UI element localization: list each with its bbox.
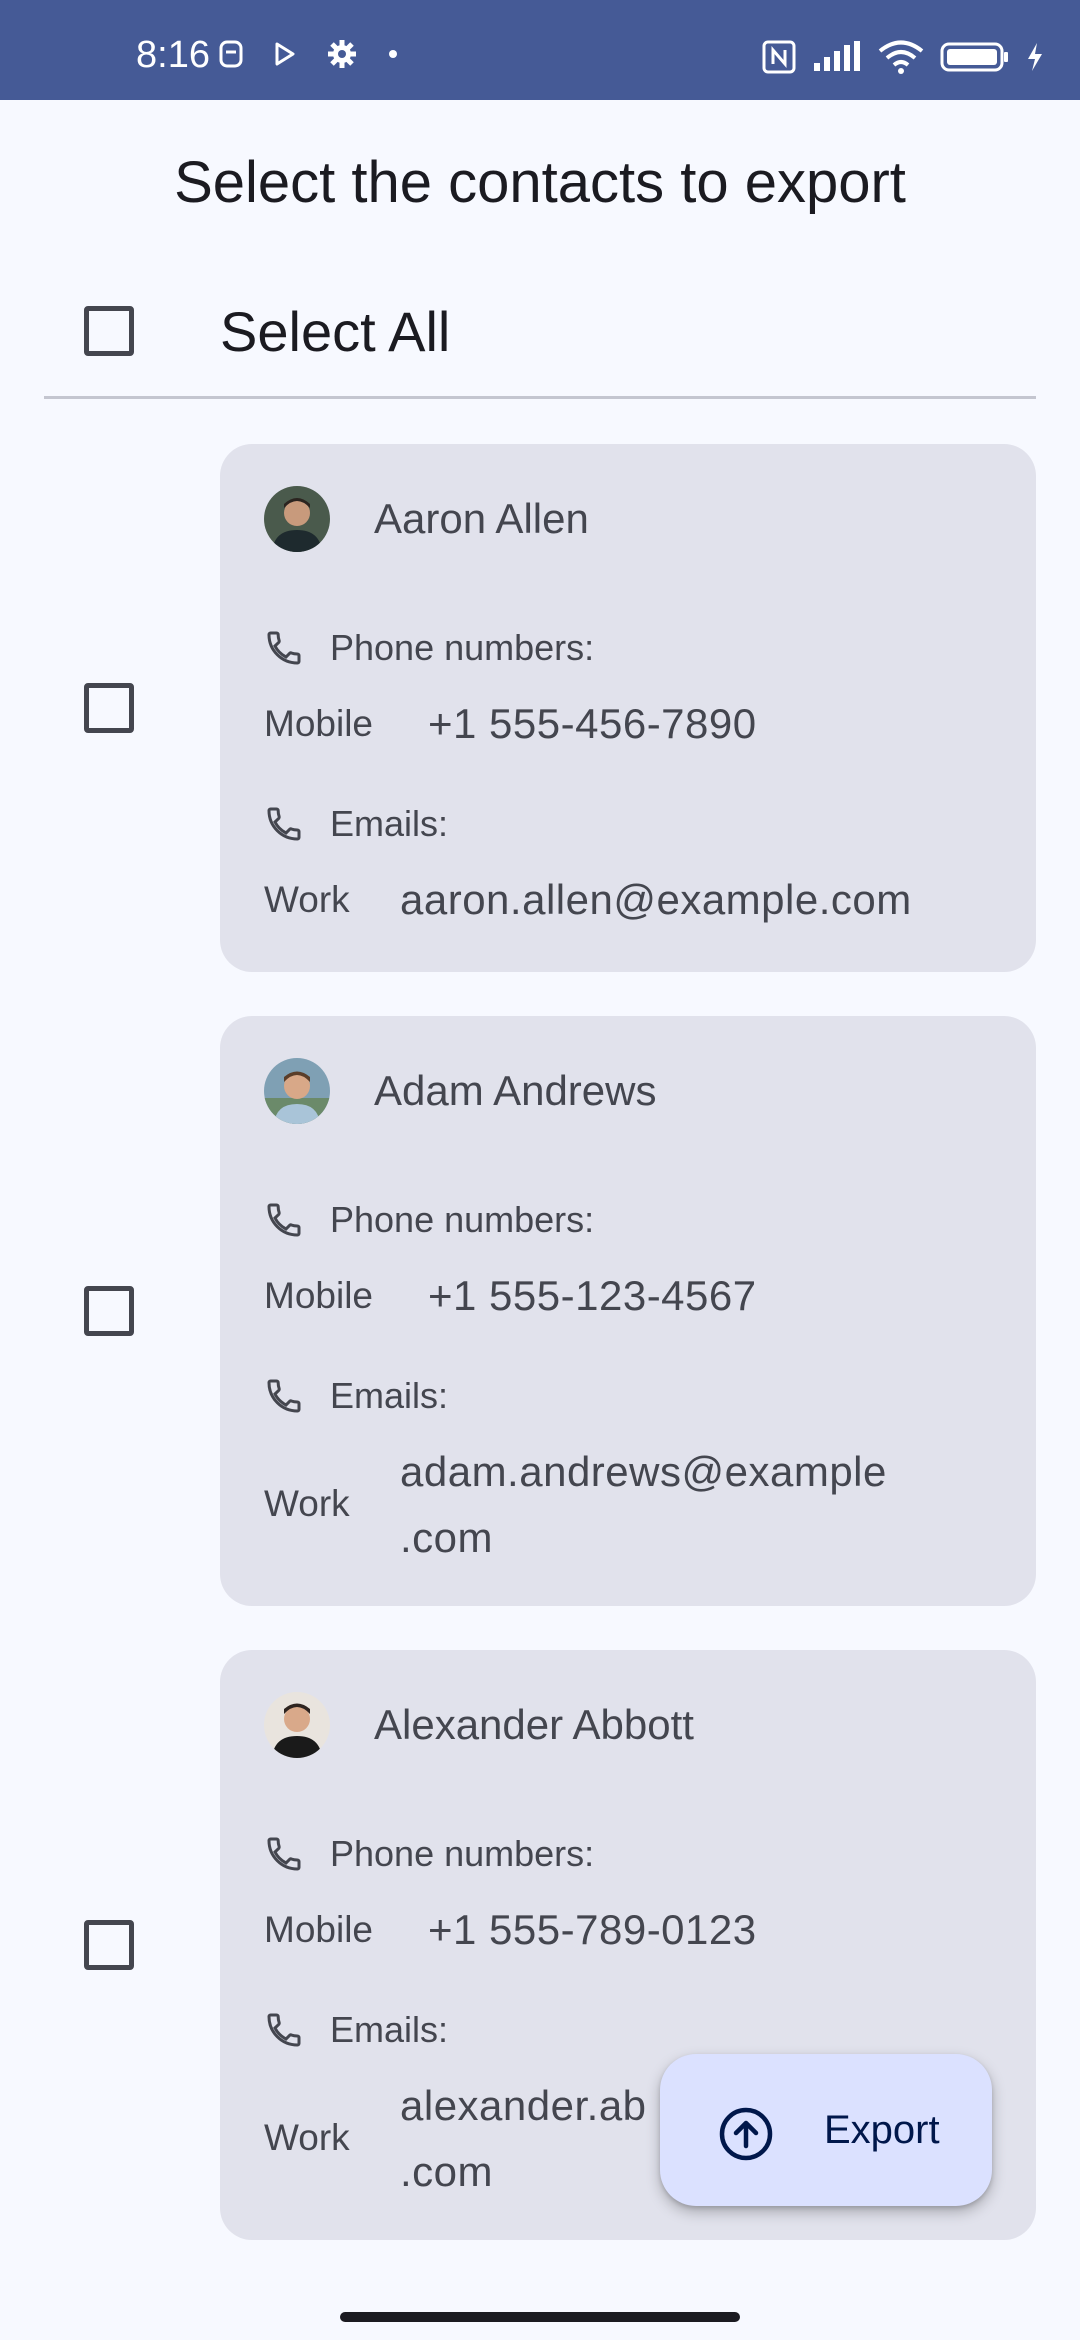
email-section-label: Emails: bbox=[330, 2009, 449, 2050]
gear-icon bbox=[328, 40, 356, 68]
gesture-nav-handle[interactable] bbox=[340, 2312, 740, 2322]
upload-circle-icon bbox=[719, 2107, 773, 2161]
phone-icon bbox=[267, 807, 301, 841]
export-button-label: Export bbox=[824, 2108, 940, 2152]
email-type-label: Work bbox=[264, 1483, 350, 1524]
battery-icon bbox=[940, 42, 1008, 72]
phone-icon bbox=[267, 2013, 301, 2047]
phone-section-label: Phone numbers: bbox=[330, 627, 595, 668]
phone-section-label: Phone numbers: bbox=[330, 1833, 595, 1874]
select-all-row[interactable]: Select All bbox=[0, 290, 1080, 390]
wifi-icon bbox=[878, 40, 924, 74]
contact-card[interactable]: Aaron Allen Phone numbers: Mobile +1 555… bbox=[220, 444, 1036, 972]
phone-icon bbox=[267, 1379, 301, 1413]
phone-type-label: Mobile bbox=[264, 1909, 373, 1950]
email-address: aaron.allen@example.com bbox=[400, 876, 912, 923]
phone-section-label: Phone numbers: bbox=[330, 1199, 595, 1240]
phone-type-label: Mobile bbox=[264, 1275, 373, 1316]
export-button[interactable]: Export bbox=[660, 2054, 992, 2206]
email-type-label: Work bbox=[264, 879, 350, 920]
contact-card[interactable]: Adam Andrews Phone numbers: Mobile +1 55… bbox=[220, 1016, 1036, 1606]
contact-checkbox-alexander-abbott[interactable] bbox=[84, 1920, 134, 1970]
contact-checkbox-aaron-allen[interactable] bbox=[84, 683, 134, 733]
dot-icon bbox=[389, 50, 397, 58]
phone-icon bbox=[267, 631, 301, 665]
phone-icon bbox=[267, 1837, 301, 1871]
charging-icon bbox=[1028, 43, 1042, 71]
lens-icon bbox=[219, 40, 243, 68]
avatar bbox=[264, 486, 330, 552]
phone-icon bbox=[267, 1203, 301, 1237]
status-bar: 8:16 bbox=[0, 0, 1080, 100]
signal-icon bbox=[814, 41, 860, 71]
select-all-checkbox[interactable] bbox=[84, 306, 134, 356]
phone-number: +1 555-789-0123 bbox=[428, 1906, 757, 1953]
page-title: Select the contacts to export bbox=[174, 150, 906, 215]
contact-name: Adam Andrews bbox=[374, 1067, 657, 1114]
email-section-label: Emails: bbox=[330, 1375, 449, 1416]
phone-number: +1 555-456-7890 bbox=[428, 700, 757, 747]
phone-number: +1 555-123-4567 bbox=[428, 1272, 757, 1319]
email-address-line1: alexander.ab bbox=[400, 2082, 647, 2129]
status-time: 8:16 bbox=[136, 34, 210, 76]
contact-name: Aaron Allen bbox=[374, 495, 589, 542]
play-icon bbox=[275, 42, 295, 66]
avatar bbox=[264, 1058, 330, 1124]
email-address-line1: adam.andrews@example bbox=[400, 1448, 887, 1495]
email-type-label: Work bbox=[264, 2117, 350, 2158]
contact-checkbox-adam-andrews[interactable] bbox=[84, 1286, 134, 1336]
email-address-line2: .com bbox=[400, 2148, 494, 2195]
contact-name: Alexander Abbott bbox=[374, 1701, 694, 1748]
phone-type-label: Mobile bbox=[264, 703, 373, 744]
select-all-label: Select All bbox=[220, 300, 451, 363]
email-section-label: Emails: bbox=[330, 803, 449, 844]
divider bbox=[44, 396, 1036, 399]
email-address-line2: .com bbox=[400, 1514, 494, 1561]
nfc-icon bbox=[762, 40, 796, 74]
avatar bbox=[264, 1692, 330, 1758]
